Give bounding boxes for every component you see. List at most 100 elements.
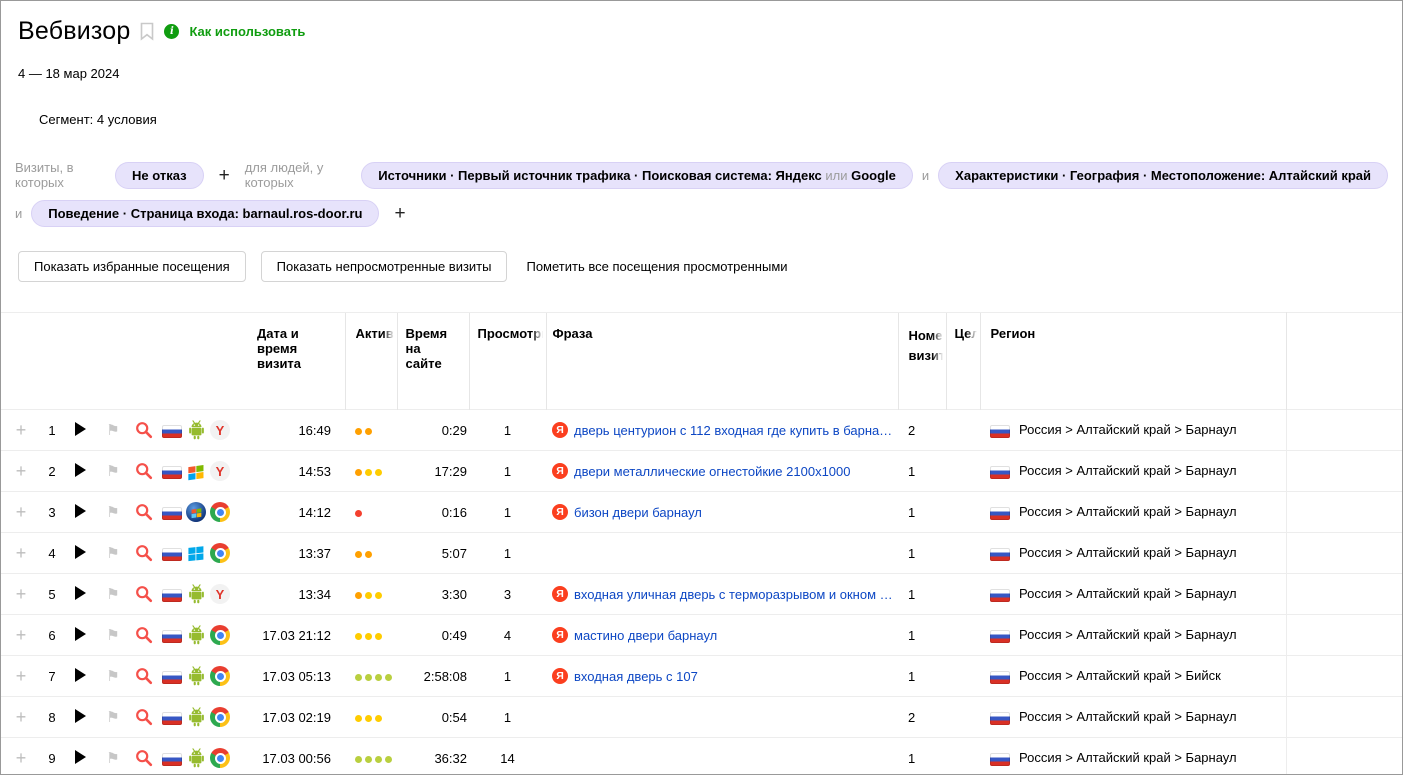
magnifier-icon[interactable] — [135, 503, 153, 521]
play-icon[interactable] — [75, 463, 86, 477]
magnifier-icon[interactable] — [135, 626, 153, 644]
country-flag-icon — [162, 589, 182, 602]
row-fill — [1286, 738, 1402, 775]
views-count: 1 — [504, 546, 511, 561]
android-icon — [188, 420, 205, 440]
search-phrase-link[interactable]: входная дверь с 107 — [574, 669, 698, 684]
yandex-browser-icon: Y — [210, 420, 230, 440]
add-favorite-icon[interactable]: + — [16, 461, 27, 481]
magnifier-icon[interactable] — [135, 585, 153, 603]
goals-cell — [946, 492, 980, 533]
play-icon[interactable] — [75, 709, 86, 723]
goals-cell — [946, 533, 980, 574]
search-phrase-link[interactable]: бизон двери барнаул — [574, 505, 702, 520]
flag-icon[interactable]: ⚑ — [106, 668, 119, 685]
visit-number-value: 1 — [908, 751, 915, 766]
date-range-selector[interactable]: 4 — 18 мар 2024 — [18, 66, 1402, 81]
row-number: 6 — [48, 628, 55, 643]
filter-chip-not-bounce[interactable]: Не отказ — [115, 162, 204, 189]
visit-datetime: 17.03 00:56 — [262, 751, 331, 766]
magnifier-icon[interactable] — [135, 708, 153, 726]
country-flag-icon — [162, 712, 182, 725]
play-icon[interactable] — [75, 545, 86, 559]
flag-icon[interactable]: ⚑ — [106, 750, 119, 767]
goals-cell — [946, 697, 980, 738]
time-on-site-value: 0:16 — [442, 505, 467, 520]
search-phrase-link[interactable]: мастино двери барнаул — [574, 628, 717, 643]
region-flag-icon — [990, 425, 1010, 438]
filter-chip-source[interactable]: Источники · Первый источник трафика · По… — [361, 162, 913, 189]
activity-dots — [355, 756, 392, 763]
flag-icon[interactable]: ⚑ — [106, 545, 119, 562]
time-on-site-value: 0:49 — [442, 628, 467, 643]
add-favorite-icon[interactable]: + — [16, 666, 27, 686]
search-phrase-link[interactable]: дверь центурион с 112 входная где купить… — [574, 423, 897, 438]
add-favorite-icon[interactable]: + — [16, 625, 27, 645]
table-row: + 7 ⚑ — [1, 656, 1402, 697]
flag-icon[interactable]: ⚑ — [106, 709, 119, 726]
flag-icon[interactable]: ⚑ — [106, 422, 119, 439]
row-fill — [1286, 656, 1402, 697]
play-icon[interactable] — [75, 668, 86, 682]
play-icon[interactable] — [75, 750, 86, 764]
segment-selector[interactable]: Сегмент: 4 условия — [39, 112, 1402, 127]
yandex-search-icon: Я — [552, 463, 568, 479]
play-icon[interactable] — [75, 627, 86, 641]
activity-dots — [355, 469, 382, 476]
goals-cell — [946, 738, 980, 775]
add-favorite-icon[interactable]: + — [16, 584, 27, 604]
page-title: Вебвизор — [18, 17, 130, 46]
add-people-condition-button[interactable]: + — [388, 204, 411, 223]
source-chip-text: Источники · Первый источник трафика · По… — [378, 168, 822, 183]
row-number: 8 — [48, 710, 55, 725]
goals-cell — [946, 451, 980, 492]
show-unviewed-button[interactable]: Показать непросмотренные визиты — [261, 251, 508, 282]
visits-prefix-label: Визиты, в которых — [15, 160, 106, 190]
row-number: 4 — [48, 546, 55, 561]
row-fill — [1286, 697, 1402, 738]
add-favorite-icon[interactable]: + — [16, 543, 27, 563]
play-icon[interactable] — [75, 422, 86, 436]
bookmark-icon[interactable] — [140, 22, 154, 41]
magnifier-icon[interactable] — [135, 462, 153, 480]
region-path: Россия > Алтайский край > Барнаул — [1019, 545, 1237, 560]
magnifier-icon[interactable] — [135, 749, 153, 767]
flag-icon[interactable]: ⚑ — [106, 627, 119, 644]
and-connector-2: и — [15, 206, 22, 221]
views-count: 1 — [504, 505, 511, 520]
row-number: 1 — [48, 423, 55, 438]
search-phrase-link[interactable]: входная уличная дверь с терморазрывом и … — [574, 587, 897, 602]
activity-dots — [355, 428, 372, 435]
visit-number-value: 2 — [908, 710, 915, 725]
flag-icon[interactable]: ⚑ — [106, 586, 119, 603]
show-favorites-button[interactable]: Показать избранные посещения — [18, 251, 246, 282]
add-favorite-icon[interactable]: + — [16, 748, 27, 768]
play-icon[interactable] — [75, 504, 86, 518]
flag-icon[interactable]: ⚑ — [106, 463, 119, 480]
windows7-icon — [186, 502, 206, 522]
add-favorite-icon[interactable]: + — [16, 707, 27, 727]
magnifier-icon[interactable] — [135, 421, 153, 439]
chrome-icon — [210, 502, 230, 522]
add-favorite-icon[interactable]: + — [16, 420, 27, 440]
add-favorite-icon[interactable]: + — [16, 502, 27, 522]
how-to-use-link[interactable]: Как использовать — [189, 24, 305, 39]
row-fill — [1286, 615, 1402, 656]
flag-icon[interactable]: ⚑ — [106, 504, 119, 521]
filter-chip-geo[interactable]: Характеристики · География · Местоположе… — [938, 162, 1388, 189]
goals-cell — [946, 574, 980, 615]
region-flag-icon — [990, 671, 1010, 684]
views-count: 1 — [504, 710, 511, 725]
chrome-icon — [210, 748, 230, 768]
mark-all-viewed-button[interactable]: Пометить все посещения просмотренными — [522, 259, 787, 274]
play-icon[interactable] — [75, 586, 86, 600]
magnifier-icon[interactable] — [135, 544, 153, 562]
visit-number-value: 2 — [908, 423, 915, 438]
filter-chip-behavior[interactable]: Поведение · Страница входа: barnaul.ros-… — [31, 200, 379, 227]
row-number: 2 — [48, 464, 55, 479]
source-chip-alt: Google — [851, 168, 896, 183]
visit-number-value: 1 — [908, 505, 915, 520]
search-phrase-link[interactable]: двери металлические огнестойкие 2100x100… — [574, 464, 851, 479]
magnifier-icon[interactable] — [135, 667, 153, 685]
add-visit-condition-button[interactable]: + — [213, 166, 236, 185]
